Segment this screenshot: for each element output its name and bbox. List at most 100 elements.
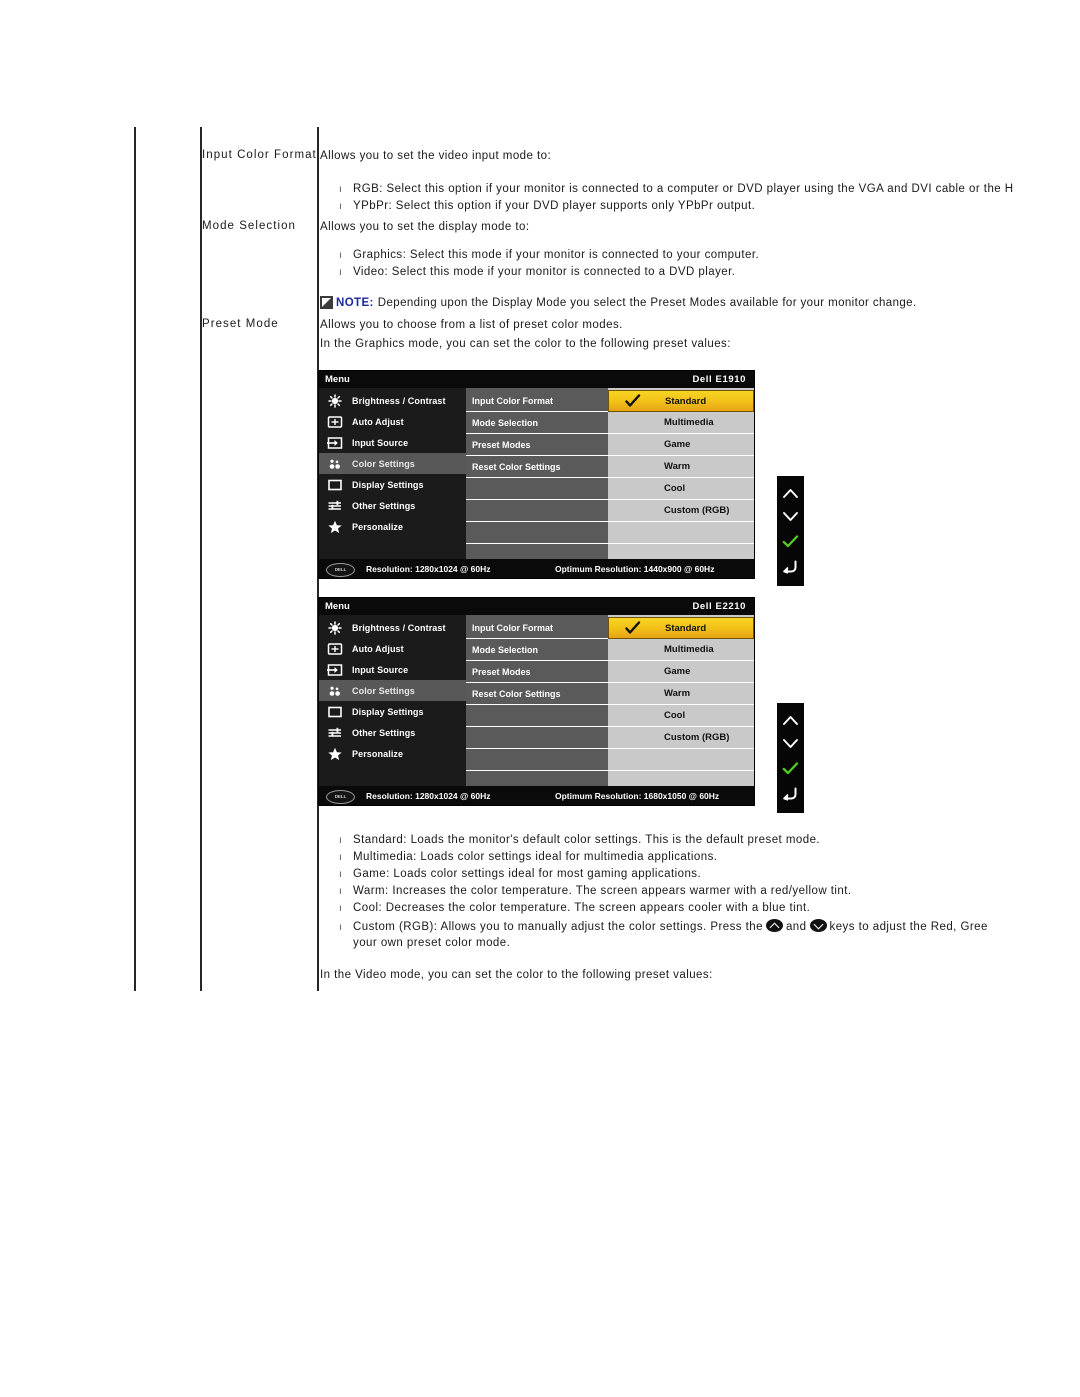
- sidebar-item-personalize[interactable]: Personalize: [319, 516, 466, 537]
- bullet-marker: ı: [339, 250, 343, 261]
- confirm-key[interactable]: [782, 761, 799, 775]
- up-chevron-key[interactable]: [782, 715, 799, 726]
- value-item-cool[interactable]: Cool: [608, 705, 754, 727]
- input-source-icon: [326, 662, 344, 678]
- submenu-label: Preset Modes: [472, 439, 531, 450]
- display-settings-icon: [326, 477, 344, 493]
- submenu-item-reset-color-settings[interactable]: Reset Color Settings: [466, 683, 608, 705]
- bullet-text: Cool: Decreases the color temperature. T…: [353, 902, 811, 914]
- submenu-label: Mode Selection: [472, 644, 539, 655]
- submenu-item-preset-modes[interactable]: Preset Modes: [466, 661, 608, 683]
- sidebar-item-personalize[interactable]: Personalize: [319, 743, 466, 764]
- submenu-label: Mode Selection: [472, 417, 539, 428]
- value-item-multimedia[interactable]: Multimedia: [608, 639, 754, 661]
- sidebar-label: Display Settings: [352, 706, 424, 717]
- sidebar-item-brightness-contrast[interactable]: Brightness / Contrast: [319, 617, 466, 638]
- back-key[interactable]: [782, 560, 799, 574]
- submenu-item-empty: [466, 727, 608, 749]
- sidebar-label: Display Settings: [352, 479, 424, 490]
- sidebar-item-input-source[interactable]: Input Source: [319, 659, 466, 680]
- sidebar-item-display-settings[interactable]: Display Settings: [319, 474, 466, 495]
- value-item-standard[interactable]: Standard: [608, 390, 754, 412]
- value-label: Custom (RGB): [664, 732, 730, 743]
- value-item-standard[interactable]: Standard: [608, 617, 754, 639]
- osd-submenu-column[interactable]: Input Color Format Mode Selection Preset…: [466, 388, 608, 559]
- osd-key-panel[interactable]: [777, 476, 804, 586]
- submenu-item-preset-modes[interactable]: Preset Modes: [466, 434, 608, 456]
- brightness-icon: [326, 620, 344, 636]
- osd-submenu-column[interactable]: Input Color Format Mode Selection Preset…: [466, 615, 608, 786]
- current-resolution: Resolution: 1280x1024 @ 60Hz: [366, 791, 491, 801]
- note-callout: NOTE: Depending upon the Display Mode yo…: [320, 296, 917, 309]
- submenu-item-reset-color-settings[interactable]: Reset Color Settings: [466, 456, 608, 478]
- submenu-label: Preset Modes: [472, 666, 531, 677]
- bullet-item: ı Standard: Loads the monitor's default c…: [339, 834, 820, 846]
- sidebar-item-brightness-contrast[interactable]: Brightness / Contrast: [319, 390, 466, 411]
- sidebar-item-other-settings[interactable]: Other Settings: [319, 495, 466, 516]
- value-item-custom-rgb[interactable]: Custom (RGB): [608, 500, 754, 522]
- sidebar-item-auto-adjust[interactable]: Auto Adjust: [319, 411, 466, 432]
- bullet-item: ı Video: Select this mode if your monitor…: [339, 266, 735, 278]
- submenu-item-input-color-format[interactable]: Input Color Format: [466, 390, 608, 412]
- bullet-text: YPbPr: Select this option if your DVD pl…: [353, 200, 756, 212]
- sidebar-label: Auto Adjust: [352, 643, 404, 654]
- bullet-text: Video: Select this mode if your monitor …: [353, 266, 736, 278]
- value-item-warm[interactable]: Warm: [608, 456, 754, 478]
- value-item-empty: [608, 749, 754, 771]
- osd-values-column[interactable]: Standard Multimedia Game Warm Cool Custo…: [608, 388, 754, 559]
- up-chevron-key[interactable]: [782, 488, 799, 499]
- value-item-game[interactable]: Game: [608, 661, 754, 683]
- note-pencil-icon: [320, 296, 333, 309]
- value-label: Custom (RGB): [664, 505, 730, 516]
- optimum-resolution: Optimum Resolution: 1680x1050 @ 60Hz: [555, 791, 720, 801]
- submenu-item-mode-selection[interactable]: Mode Selection: [466, 639, 608, 661]
- sidebar-item-auto-adjust[interactable]: Auto Adjust: [319, 638, 466, 659]
- bullet-item: ı Game: Loads color settings ideal for mo…: [339, 868, 701, 880]
- value-item-game[interactable]: Game: [608, 434, 754, 456]
- sidebar-item-color-settings[interactable]: Color Settings: [319, 680, 466, 701]
- sidebar-label: Input Source: [352, 437, 409, 448]
- osd-values-column[interactable]: Standard Multimedia Game Warm Cool Custo…: [608, 615, 754, 786]
- submenu-item-empty: [466, 478, 608, 500]
- table-rule-outer: [134, 127, 136, 991]
- osd-nav-column[interactable]: Brightness / Contrast Auto Adjust Input …: [319, 615, 466, 786]
- submenu-item-input-color-format[interactable]: Input Color Format: [466, 617, 608, 639]
- osd-nav-column[interactable]: Brightness / Contrast Auto Adjust Input …: [319, 388, 466, 559]
- value-label: Cool: [664, 483, 686, 494]
- back-key[interactable]: [782, 787, 799, 801]
- sidebar-item-color-settings[interactable]: Color Settings: [319, 453, 466, 474]
- sidebar-label: Brightness / Contrast: [352, 395, 446, 406]
- down-chevron-key[interactable]: [782, 511, 799, 522]
- check-icon: [625, 394, 641, 407]
- value-label: Game: [664, 666, 691, 677]
- bullet-item: ı Warm: Increases the color temperature. …: [339, 885, 852, 897]
- input-source-icon: [326, 435, 344, 451]
- osd-menu-e1910[interactable]: Menu Dell E1910 Brightness / Contrast Au…: [318, 370, 755, 579]
- value-item-cool[interactable]: Cool: [608, 478, 754, 500]
- value-item-multimedia[interactable]: Multimedia: [608, 412, 754, 434]
- bullet-text: Multimedia: Loads color settings ideal f…: [353, 851, 718, 863]
- sidebar-item-display-settings[interactable]: Display Settings: [319, 701, 466, 722]
- bullet-text: Game: Loads color settings ideal for mos…: [353, 868, 702, 880]
- bullet-item: ı RGB: Select this option if your monitor…: [339, 183, 1014, 195]
- bullet-marker: ı: [339, 886, 343, 897]
- value-item-custom-rgb[interactable]: Custom (RGB): [608, 727, 754, 749]
- sidebar-item-other-settings[interactable]: Other Settings: [319, 722, 466, 743]
- note-text: Depending upon the Display Mode you sele…: [377, 296, 917, 309]
- osd-menu-e2210[interactable]: Menu Dell E2210 Brightness / Contrast Au…: [318, 597, 755, 806]
- other-settings-icon: [326, 498, 344, 514]
- submenu-item-mode-selection[interactable]: Mode Selection: [466, 412, 608, 434]
- osd-body: Brightness / Contrast Auto Adjust Input …: [319, 388, 754, 559]
- row-intro-input-color-format: Allows you to set the video input mode t…: [320, 150, 552, 162]
- down-chevron-key[interactable]: [782, 738, 799, 749]
- value-item-warm[interactable]: Warm: [608, 683, 754, 705]
- sidebar-item-input-source[interactable]: Input Source: [319, 432, 466, 453]
- confirm-key[interactable]: [782, 534, 799, 548]
- osd-key-panel[interactable]: [777, 703, 804, 813]
- bullet-item: ı Cool: Decreases the color temperature. …: [339, 902, 810, 914]
- custom-rgb-text-part1: Custom (RGB): Allows you to manually adj…: [353, 921, 763, 933]
- row-label-input-color-format: Input Color Format: [202, 149, 317, 161]
- bullet-text: Warm: Increases the color temperature. T…: [353, 885, 852, 897]
- graphics-mode-line: In the Graphics mode, you can set the co…: [320, 338, 731, 350]
- value-label: Warm: [664, 461, 691, 472]
